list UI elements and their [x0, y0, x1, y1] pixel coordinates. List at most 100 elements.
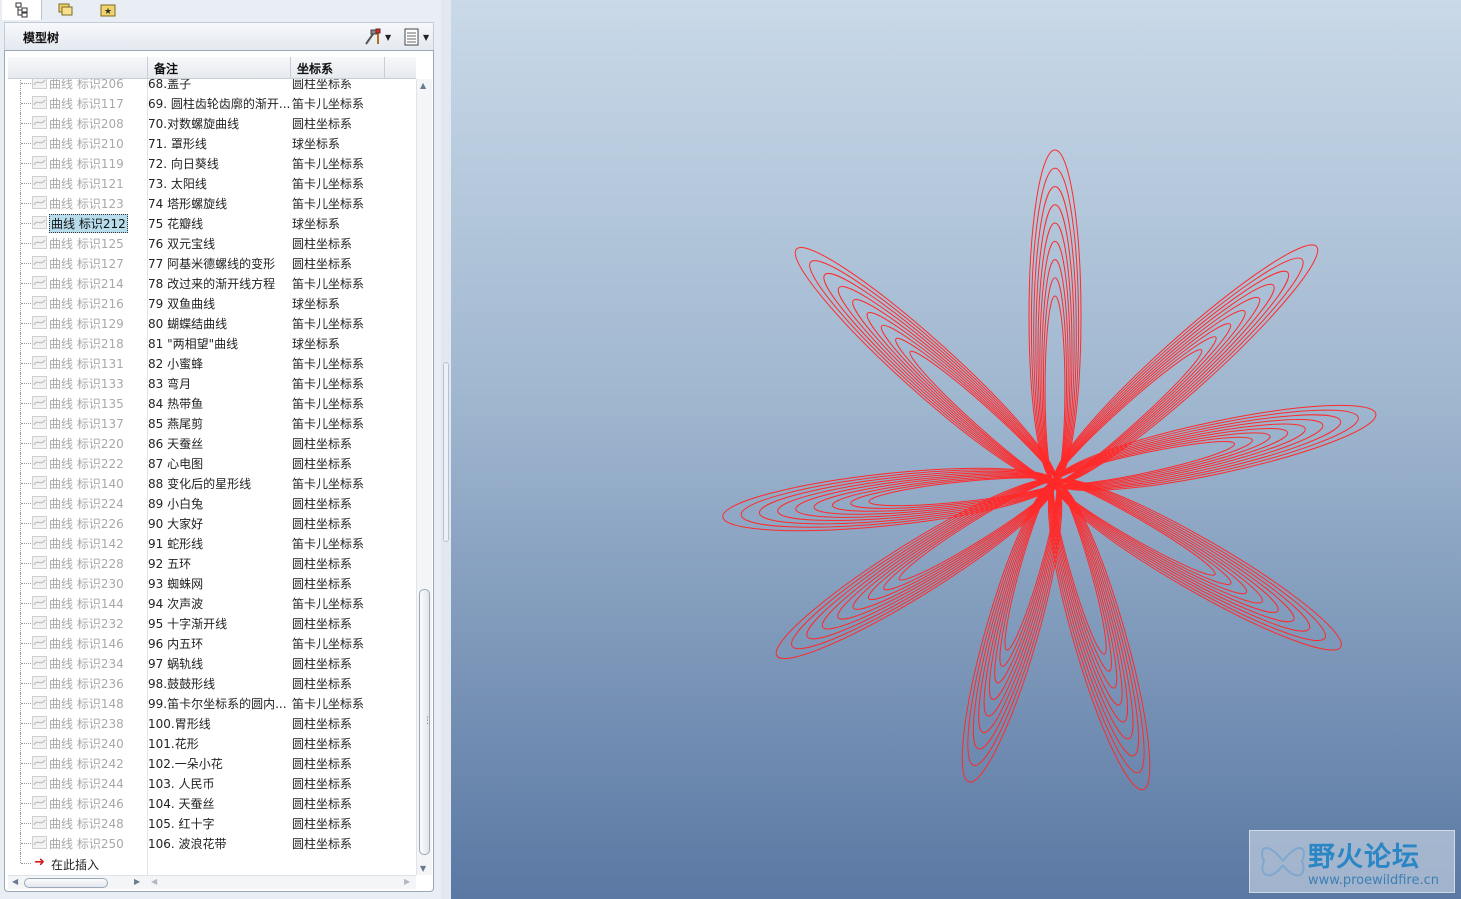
- feature-name[interactable]: 曲线 标识131: [49, 355, 124, 372]
- folder-browser-tab[interactable]: [46, 0, 86, 20]
- panel-sash[interactable]: [441, 0, 451, 899]
- feature-name[interactable]: 曲线 标识230: [49, 575, 124, 592]
- scroll-thumb[interactable]: ⋮: [419, 589, 432, 855]
- column-note[interactable]: 备注: [154, 60, 178, 77]
- tree-row[interactable]: 曲线 标识244 103. 人民币 圆柱坐标系: [8, 773, 416, 793]
- tree-row[interactable]: 曲线 标识117 69. 圆柱齿轮齿廓的渐开... 笛卡儿坐标系: [8, 93, 416, 113]
- tree-row[interactable]: 曲线 标识214 78 改过来的渐开线方程 笛卡儿坐标系: [8, 273, 416, 293]
- tree-row[interactable]: 曲线 标识140 88 变化后的星形线 笛卡儿坐标系: [8, 473, 416, 493]
- feature-name[interactable]: 曲线 标识212: [49, 214, 128, 233]
- feature-name[interactable]: 曲线 标识144: [49, 595, 124, 612]
- tree-row[interactable]: 曲线 标识123 74 塔形螺旋线 笛卡儿坐标系: [8, 193, 416, 213]
- vertical-scrollbar[interactable]: ▲ ⋮ ▼: [416, 79, 432, 875]
- tree-row[interactable]: 曲线 标识234 97 蜗轨线 圆柱坐标系: [8, 653, 416, 673]
- feature-name[interactable]: 曲线 标识129: [49, 315, 124, 332]
- tree-row[interactable]: 曲线 标识240 101.花形 圆柱坐标系: [8, 733, 416, 753]
- tree-row[interactable]: 曲线 标识224 89 小白兔 圆柱坐标系: [8, 493, 416, 513]
- feature-name[interactable]: 曲线 标识248: [49, 815, 124, 832]
- tree-row[interactable]: 曲线 标识238 100.胃形线 圆柱坐标系: [8, 713, 416, 733]
- feature-name[interactable]: 曲线 标识222: [49, 455, 124, 472]
- tree-row[interactable]: 曲线 标识250 106. 波浪花带 圆柱坐标系: [8, 833, 416, 853]
- feature-name[interactable]: 曲线 标识216: [49, 295, 124, 312]
- tree-row[interactable]: 曲线 标识133 83 弯月 笛卡儿坐标系: [8, 373, 416, 393]
- tree-row[interactable]: 曲线 标识246 104. 天蚕丝 圆柱坐标系: [8, 793, 416, 813]
- feature-name[interactable]: 曲线 标识140: [49, 475, 124, 492]
- feature-name[interactable]: 曲线 标识142: [49, 535, 124, 552]
- tree-row[interactable]: 曲线 标识218 81 "两相望"曲线 球坐标系: [8, 333, 416, 353]
- feature-name[interactable]: 曲线 标识208: [49, 115, 124, 132]
- column-separator[interactable]: [147, 57, 148, 79]
- tree-row[interactable]: 曲线 标识206 68.盖子 圆柱坐标系: [8, 79, 416, 93]
- feature-name[interactable]: 曲线 标识218: [49, 335, 124, 352]
- graphics-window[interactable]: 野火论坛 www.proewildfire.cn: [451, 0, 1461, 899]
- feature-name[interactable]: 曲线 标识137: [49, 415, 124, 432]
- feature-name[interactable]: 曲线 标识244: [49, 775, 124, 792]
- scroll-right-icon[interactable]: ▶: [404, 877, 410, 886]
- tree-row[interactable]: 曲线 标识129 80 蝴蝶结曲线 笛卡儿坐标系: [8, 313, 416, 333]
- feature-name[interactable]: 曲线 标识127: [49, 255, 124, 272]
- model-tree-tab[interactable]: [2, 0, 42, 20]
- tree-row[interactable]: 曲线 标识232 95 十字渐开线 圆柱坐标系: [8, 613, 416, 633]
- insert-here-row[interactable]: ➜ 在此插入: [8, 853, 308, 873]
- tree-row[interactable]: 曲线 标识121 73. 太阳线 笛卡儿坐标系: [8, 173, 416, 193]
- tree-row[interactable]: 曲线 标识137 85 燕尾剪 笛卡儿坐标系: [8, 413, 416, 433]
- feature-name[interactable]: 曲线 标识125: [49, 235, 124, 252]
- column-separator[interactable]: [290, 57, 291, 79]
- tree-row[interactable]: 曲线 标识212 75 花瓣线 球坐标系: [8, 213, 416, 233]
- tree-row[interactable]: 曲线 标识236 98.鼓鼓形线 圆柱坐标系: [8, 673, 416, 693]
- feature-name[interactable]: 曲线 标识135: [49, 395, 124, 412]
- feature-name[interactable]: 曲线 标识224: [49, 495, 124, 512]
- scroll-left-icon[interactable]: ◀: [12, 877, 18, 886]
- tree-row[interactable]: 曲线 标识148 99.笛卡尔坐标系的圆内... 笛卡儿坐标系: [8, 693, 416, 713]
- tree-row[interactable]: 曲线 标识144 94 次声波 笛卡儿坐标系: [8, 593, 416, 613]
- feature-name[interactable]: 曲线 标识117: [49, 95, 124, 112]
- tree-row[interactable]: 曲线 标识208 70.对数螺旋曲线 圆柱坐标系: [8, 113, 416, 133]
- tree-row[interactable]: 曲线 标识230 93 蜘蛛网 圆柱坐标系: [8, 573, 416, 593]
- scroll-right-icon[interactable]: ▶: [134, 877, 140, 886]
- tree-row[interactable]: 曲线 标识222 87 心电图 圆柱坐标系: [8, 453, 416, 473]
- tree-row[interactable]: 曲线 标识242 102.一朵小花 圆柱坐标系: [8, 753, 416, 773]
- tree-row[interactable]: 曲线 标识220 86 天蚕丝 圆柱坐标系: [8, 433, 416, 453]
- tree-row[interactable]: 曲线 标识131 82 小蜜蜂 笛卡儿坐标系: [8, 353, 416, 373]
- tree-row[interactable]: 曲线 标识216 79 双鱼曲线 球坐标系: [8, 293, 416, 313]
- column-separator[interactable]: [384, 57, 385, 79]
- scroll-thumb[interactable]: [24, 878, 108, 888]
- tree-row[interactable]: 曲线 标识228 92 五环 圆柱坐标系: [8, 553, 416, 573]
- tree-row[interactable]: 曲线 标识146 96 内五环 笛卡儿坐标系: [8, 633, 416, 653]
- feature-name[interactable]: 曲线 标识119: [49, 155, 124, 172]
- tree-tools-button[interactable]: ▼: [363, 26, 399, 48]
- feature-name[interactable]: 曲线 标识238: [49, 715, 124, 732]
- feature-name[interactable]: 曲线 标识214: [49, 275, 124, 292]
- feature-name[interactable]: 曲线 标识148: [49, 695, 124, 712]
- feature-name[interactable]: 曲线 标识236: [49, 675, 124, 692]
- tree-row[interactable]: 曲线 标识135 84 热带鱼 笛卡儿坐标系: [8, 393, 416, 413]
- favorites-tab[interactable]: ★: [88, 0, 128, 20]
- scroll-left-icon[interactable]: ◀: [151, 877, 157, 886]
- feature-name[interactable]: 曲线 标识210: [49, 135, 124, 152]
- scroll-down-icon[interactable]: ▼: [420, 864, 426, 873]
- feature-name[interactable]: 曲线 标识123: [49, 195, 124, 212]
- tree-row[interactable]: 曲线 标识125 76 双元宝线 圆柱坐标系: [8, 233, 416, 253]
- scroll-up-icon[interactable]: ▲: [420, 81, 426, 90]
- tree-columns-button[interactable]: ▼: [403, 26, 439, 48]
- feature-name[interactable]: 曲线 标识121: [49, 175, 124, 192]
- tree-row[interactable]: 曲线 标识248 105. 红十字 圆柱坐标系: [8, 813, 416, 833]
- feature-name[interactable]: 曲线 标识133: [49, 375, 124, 392]
- feature-name[interactable]: 曲线 标识250: [49, 835, 124, 852]
- feature-name[interactable]: 曲线 标识232: [49, 615, 124, 632]
- tree-row[interactable]: 曲线 标识210 71. 罩形线 球坐标系: [8, 133, 416, 153]
- tree-row[interactable]: 曲线 标识142 91 蛇形线 笛卡儿坐标系: [8, 533, 416, 553]
- feature-name[interactable]: 曲线 标识246: [49, 795, 124, 812]
- tree-row[interactable]: 曲线 标识119 72. 向日葵线 笛卡儿坐标系: [8, 153, 416, 173]
- feature-name[interactable]: 曲线 标识240: [49, 735, 124, 752]
- feature-name[interactable]: 曲线 标识234: [49, 655, 124, 672]
- feature-name[interactable]: 曲线 标识226: [49, 515, 124, 532]
- sash-handle[interactable]: [443, 362, 449, 542]
- feature-name[interactable]: 曲线 标识228: [49, 555, 124, 572]
- horizontal-scrollbar[interactable]: ◀ ▶ ◀ ▶: [8, 875, 416, 889]
- tree-row[interactable]: 曲线 标识226 90 大家好 圆柱坐标系: [8, 513, 416, 533]
- column-csys[interactable]: 坐标系: [297, 60, 333, 77]
- feature-name[interactable]: 曲线 标识220: [49, 435, 124, 452]
- feature-name[interactable]: 曲线 标识242: [49, 755, 124, 772]
- tree-row[interactable]: 曲线 标识127 77 阿基米德螺线的变形 圆柱坐标系: [8, 253, 416, 273]
